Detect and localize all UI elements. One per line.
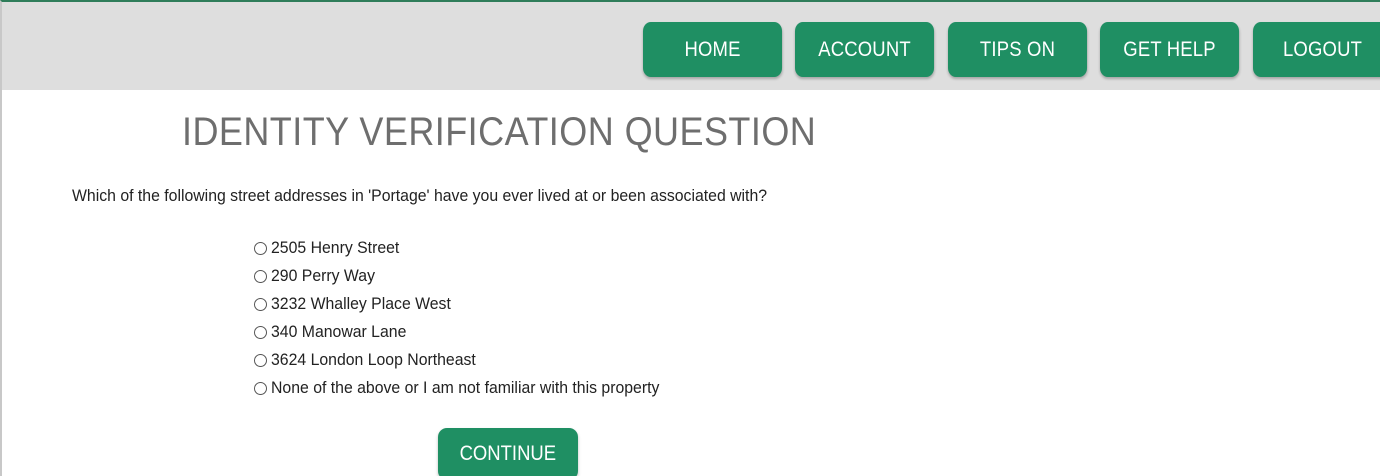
address-option[interactable]: 3232 Whalley Place West <box>254 290 689 318</box>
verification-question: Which of the following street addresses … <box>72 186 768 205</box>
home-button[interactable]: HOME <box>643 22 783 77</box>
address-option[interactable]: 290 Perry Way <box>254 262 689 290</box>
continue-label: CONTINUE <box>459 442 557 465</box>
radio-button[interactable] <box>254 381 267 395</box>
address-option[interactable]: 3624 London Loop Northeast <box>254 346 689 374</box>
logout-button[interactable]: LOGOUT <box>1253 22 1380 77</box>
address-options: 2505 Henry Street 290 Perry Way 3232 Wha… <box>254 234 689 402</box>
option-label: 3232 Whalley Place West <box>271 294 451 313</box>
top-navigation-bar: HOME ACCOUNT TIPS ON GET HELP LOGOUT <box>2 2 1380 90</box>
option-label: None of the above or I am not familiar w… <box>271 378 660 397</box>
tips-on-button[interactable]: TIPS ON <box>948 22 1088 77</box>
page-frame: HOME ACCOUNT TIPS ON GET HELP LOGOUT IDE… <box>0 0 1380 476</box>
radio-button[interactable] <box>254 353 267 367</box>
address-option[interactable]: 2505 Henry Street <box>254 234 689 262</box>
get-help-button[interactable]: GET HELP <box>1100 22 1240 77</box>
radio-button[interactable] <box>254 297 267 311</box>
radio-button[interactable] <box>254 269 267 283</box>
address-option[interactable]: 340 Manowar Lane <box>254 318 689 346</box>
radio-button[interactable] <box>254 241 267 255</box>
none-of-the-above-option[interactable]: None of the above or I am not familiar w… <box>254 374 689 402</box>
option-label: 3624 London Loop Northeast <box>271 350 476 369</box>
option-label: 290 Perry Way <box>271 266 375 285</box>
radio-button[interactable] <box>254 325 267 339</box>
option-label: 2505 Henry Street <box>271 238 400 257</box>
account-button[interactable]: ACCOUNT <box>795 22 935 77</box>
continue-button[interactable]: CONTINUE <box>438 428 578 476</box>
page-title: IDENTITY VERIFICATION QUESTION <box>182 110 817 154</box>
option-label: 340 Manowar Lane <box>271 322 407 341</box>
